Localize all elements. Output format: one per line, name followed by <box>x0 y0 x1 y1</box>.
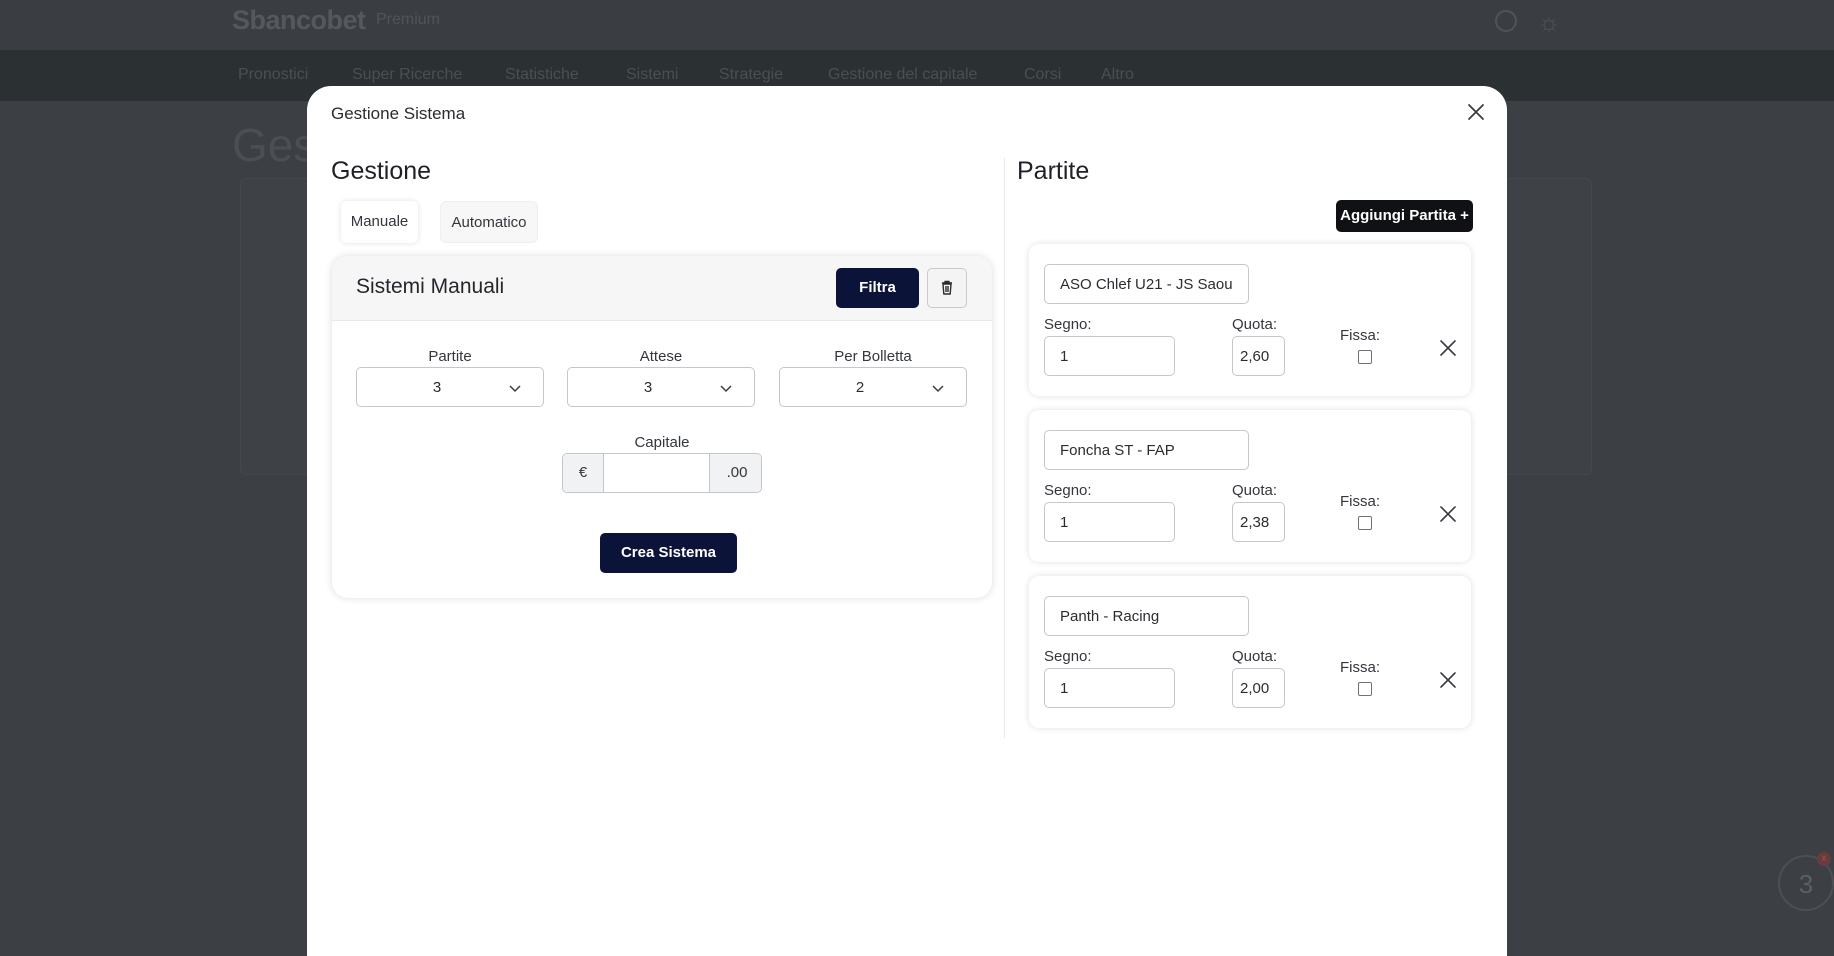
sistemi-manuali-title: Sistemi Manuali <box>356 275 505 298</box>
nav-item-strategie: Strategie <box>719 66 784 83</box>
delete-button[interactable] <box>927 268 967 308</box>
match-name-input[interactable] <box>1044 264 1249 304</box>
nav-item-statistiche: Statistiche <box>505 66 579 83</box>
sistemi-manuali-header: Sistemi Manuali Filtra <box>332 256 992 321</box>
sistemi-manuali-card: Sistemi Manuali Filtra Partite 3 Attese … <box>332 256 992 598</box>
nav-item-altro: Altro <box>1101 66 1134 83</box>
partite-select[interactable]: 3 <box>356 367 544 407</box>
tab-automatico[interactable]: Automatico <box>440 201 538 243</box>
match-card: Segno: Quota: Fissa: <box>1029 576 1471 728</box>
filtra-button[interactable]: Filtra <box>836 268 919 308</box>
quota-label: Quota: <box>1232 648 1278 665</box>
per-bolletta-label: Per Bolletta <box>834 348 912 365</box>
segno-input[interactable] <box>1044 668 1175 708</box>
per-bolletta-select-value: 2 <box>855 379 865 396</box>
quota-input[interactable] <box>1232 668 1285 708</box>
floating-counter-badge: x <box>1817 852 1831 866</box>
tab-manuale[interactable]: Manuale <box>341 201 418 243</box>
per-bolletta-select[interactable]: 2 <box>779 367 967 407</box>
attese-select-value: 3 <box>643 379 653 396</box>
quota-input[interactable] <box>1232 336 1285 376</box>
segno-label: Segno: <box>1044 482 1092 499</box>
partite-heading: Partite <box>1017 157 1090 185</box>
segno-input[interactable] <box>1044 502 1175 542</box>
attese-select[interactable]: 3 <box>567 367 755 407</box>
fissa-checkbox[interactable] <box>1358 516 1372 530</box>
fissa-label: Fissa: <box>1340 493 1381 510</box>
partite-label: Partite <box>428 348 472 365</box>
remove-match-icon[interactable] <box>1438 338 1458 358</box>
match-name-input[interactable] <box>1044 430 1249 470</box>
gestione-heading: Gestione <box>331 157 432 185</box>
nav-item-corsi: Corsi <box>1024 66 1062 83</box>
match-card: Segno: Quota: Fissa: <box>1029 244 1471 396</box>
gestione-sistema-modal: Gestione Sistema Gestione Partite Manual… <box>307 86 1507 956</box>
quota-input[interactable] <box>1232 502 1285 542</box>
column-divider <box>1004 158 1005 738</box>
fissa-checkbox[interactable] <box>1358 350 1372 364</box>
site-logo-sub: Premium <box>376 11 441 28</box>
quota-label: Quota: <box>1232 482 1278 499</box>
chevron-down-icon <box>720 385 732 393</box>
match-card: Segno: Quota: Fissa: <box>1029 410 1471 562</box>
modal-title: Gestione Sistema <box>331 104 466 123</box>
fissa-checkbox[interactable] <box>1358 682 1372 696</box>
aggiungi-partita-button[interactable]: Aggiungi Partita + <box>1336 200 1473 232</box>
theme-sun-icon: ☼ <box>1537 7 1561 37</box>
partite-select-value: 3 <box>432 379 442 396</box>
chevron-down-icon <box>932 385 944 393</box>
crea-sistema-button[interactable]: Crea Sistema <box>600 533 737 573</box>
attese-label: Attese <box>639 348 683 365</box>
match-name-input[interactable] <box>1044 596 1249 636</box>
nav-item-gestione-capitale: Gestione del capitale <box>828 66 978 83</box>
capitale-input[interactable] <box>604 454 708 492</box>
site-logo: Sbancobet <box>232 5 366 35</box>
remove-match-icon[interactable] <box>1438 670 1458 690</box>
capitale-input-group: € .00 <box>562 453 762 493</box>
nav-item-sistemi: Sistemi <box>626 66 679 83</box>
quota-label: Quota: <box>1232 316 1278 333</box>
trash-icon <box>942 280 952 295</box>
decimal-suffix: .00 <box>709 454 761 492</box>
segno-input[interactable] <box>1044 336 1175 376</box>
chevron-down-icon <box>509 385 521 393</box>
currency-prefix: € <box>563 454 604 492</box>
nav-item-pronostici: Pronostici <box>238 66 309 83</box>
search-icon <box>1495 10 1517 32</box>
fissa-label: Fissa: <box>1340 659 1381 676</box>
capitale-label: Capitale <box>634 434 690 451</box>
segno-label: Segno: <box>1044 316 1092 333</box>
segno-label: Segno: <box>1044 648 1092 665</box>
remove-match-icon[interactable] <box>1438 504 1458 524</box>
fissa-label: Fissa: <box>1340 327 1381 344</box>
close-icon[interactable] <box>1464 100 1488 124</box>
nav-item-super-ricerche: Super Ricerche <box>352 66 463 83</box>
